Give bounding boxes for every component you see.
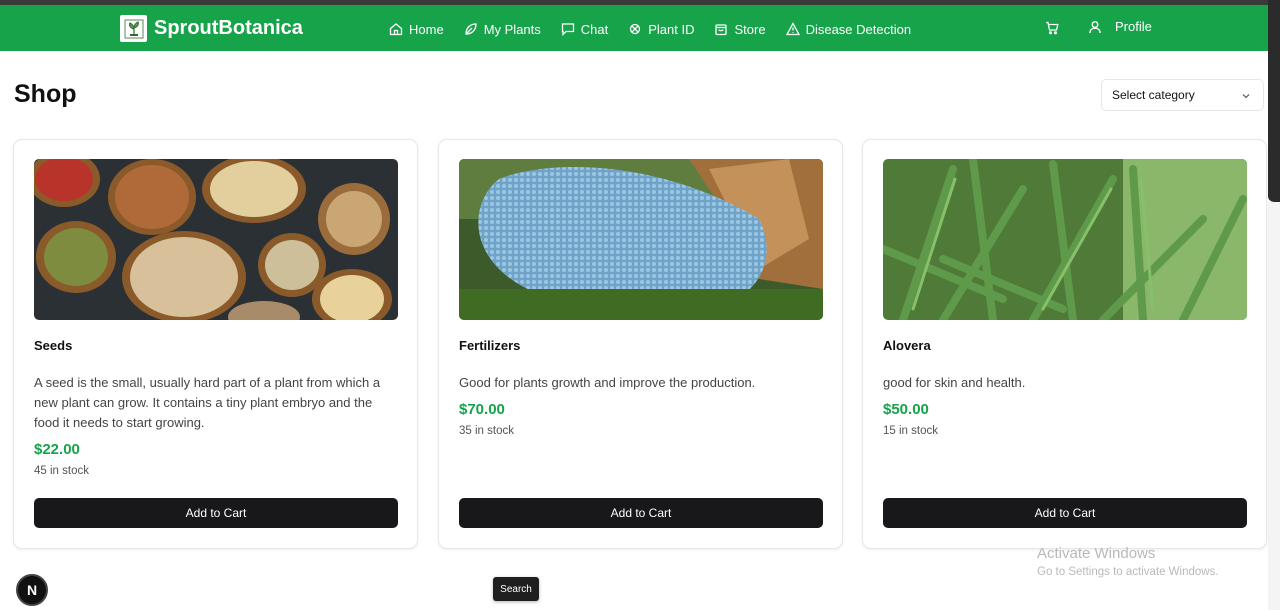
product-stock: 15 in stock <box>883 425 938 437</box>
add-to-cart-button[interactable]: Add to Cart <box>459 498 823 528</box>
product-card-alovera: Alovera good for skin and health. $50.00… <box>862 139 1267 549</box>
nav-store[interactable]: Store <box>714 21 766 37</box>
home-icon <box>389 23 403 36</box>
product-name: Alovera <box>883 338 931 353</box>
product-price: $22.00 <box>34 441 80 458</box>
nav-store-label: Store <box>734 21 766 37</box>
category-select[interactable]: Select category <box>1101 79 1264 111</box>
profile-link[interactable]: Profile <box>1088 19 1152 34</box>
nav-disease-detection[interactable]: Disease Detection <box>785 21 912 37</box>
product-details: A seed is the small, usually hard part o… <box>34 373 398 481</box>
product-image-fertilizers <box>459 159 823 320</box>
search-tooltip: Search <box>493 577 539 601</box>
nav-plant-id-label: Plant ID <box>648 21 695 37</box>
product-image-alovera <box>883 159 1247 320</box>
product-name: Fertilizers <box>459 338 521 353</box>
add-to-cart-button[interactable]: Add to Cart <box>883 498 1247 528</box>
dev-tools-badge[interactable]: N <box>16 574 48 606</box>
product-name: Seeds <box>34 338 73 353</box>
activate-windows-title: Activate Windows <box>1037 545 1156 562</box>
nav-disease-detection-label: Disease Detection <box>805 21 912 37</box>
product-card-fertilizers: Fertilizers Good for plants growth and i… <box>438 139 843 549</box>
scrollbar-thumb[interactable] <box>1268 0 1280 202</box>
chevron-down-icon <box>1242 94 1250 99</box>
nav-home-label: Home <box>409 21 444 37</box>
product-details: good for skin and health. $50.00 15 in s… <box>883 373 1247 441</box>
brand[interactable]: SproutBotanica <box>120 15 303 42</box>
product-stock: 45 in stock <box>34 465 89 477</box>
product-card-seeds: Seeds A seed is the small, usually hard … <box>13 139 418 549</box>
product-price: $70.00 <box>459 401 505 418</box>
nav-my-plants-label: My Plants <box>483 21 541 37</box>
bag-icon <box>715 24 728 36</box>
user-icon <box>1089 20 1101 33</box>
product-stock: 35 in stock <box>459 425 514 437</box>
product-price: $50.00 <box>883 401 929 418</box>
nav-my-plants[interactable]: My Plants <box>464 22 541 37</box>
product-description: good for skin and health. <box>883 375 1026 390</box>
logo-icon <box>120 15 147 42</box>
product-details: Good for plants growth and improve the p… <box>459 373 823 441</box>
leaf-icon <box>465 23 477 35</box>
scan-icon <box>630 23 641 35</box>
profile-label: Profile <box>1115 19 1152 34</box>
nav-home[interactable]: Home <box>389 22 444 37</box>
warning-icon <box>785 22 800 36</box>
activate-windows-subtitle: Go to Settings to activate Windows. <box>1037 566 1219 578</box>
product-description: Good for plants growth and improve the p… <box>459 375 756 390</box>
brand-name: SproutBotanica <box>154 17 303 39</box>
add-to-cart-button[interactable]: Add to Cart <box>34 498 398 528</box>
navbar: SproutBotanica Home My Plants Chat Plant… <box>0 5 1268 51</box>
chat-icon <box>561 23 574 36</box>
product-description: A seed is the small, usually hard part o… <box>34 375 381 430</box>
main-nav: Home My Plants Chat Plant ID Store Disea… <box>389 19 931 39</box>
page-title: Shop <box>14 80 77 108</box>
product-image-seeds <box>34 159 398 320</box>
category-select-value: Select category <box>1112 88 1195 102</box>
scrollbar-track[interactable] <box>1268 202 1280 610</box>
nav-plant-id[interactable]: Plant ID <box>628 22 694 37</box>
cart-icon[interactable] <box>1045 21 1059 35</box>
nav-chat-label: Chat <box>580 21 609 37</box>
nav-chat[interactable]: Chat <box>561 22 608 37</box>
